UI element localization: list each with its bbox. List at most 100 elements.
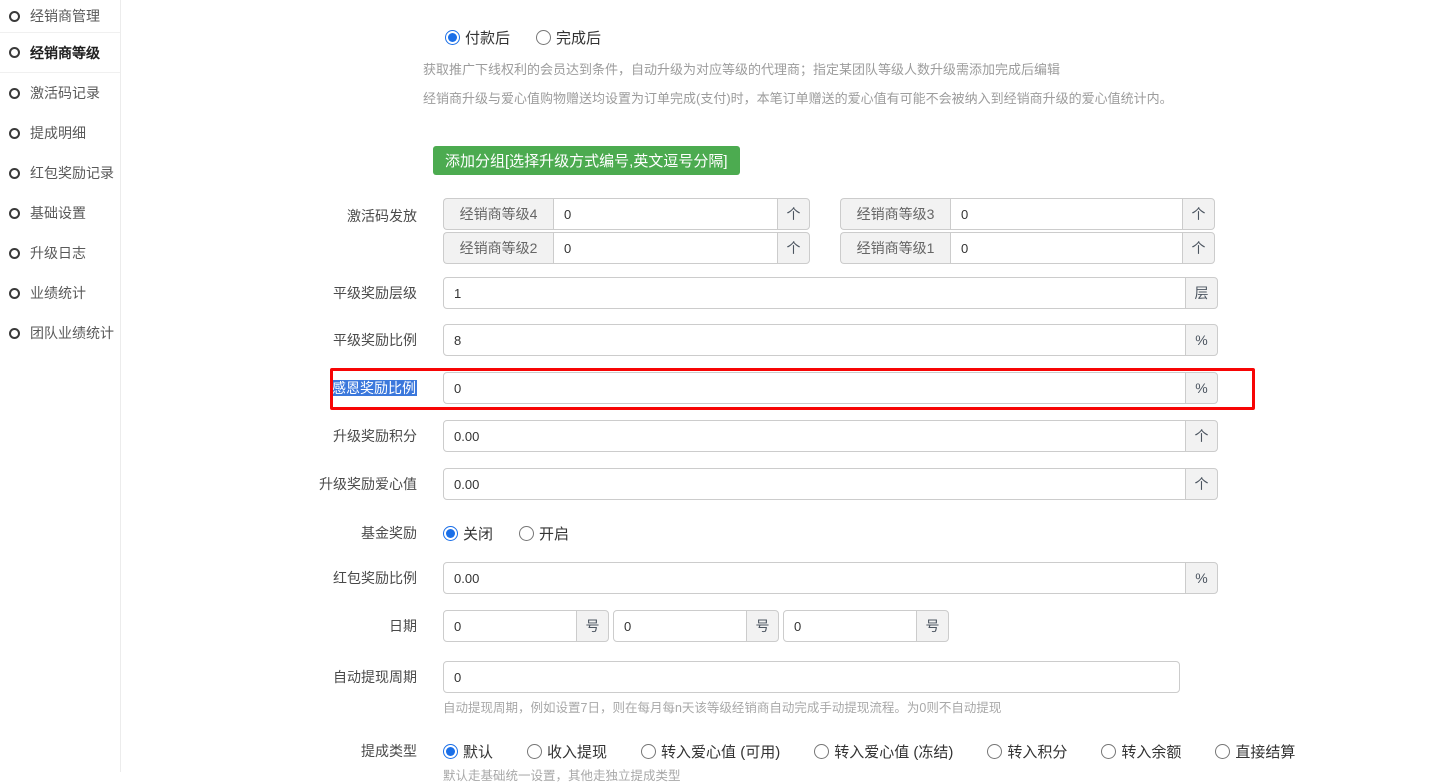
radio-commission-income-withdraw-input[interactable] bbox=[527, 744, 542, 759]
radio-label: 转入余额 bbox=[1121, 741, 1181, 762]
unit-suffix: 个 bbox=[777, 232, 810, 264]
add-group-button[interactable]: 添加分组[选择升级方式编号,英文逗号分隔] bbox=[433, 146, 740, 175]
unit-suffix: 个 bbox=[1185, 468, 1218, 500]
upgrade-help-text-2: 经销商升级与爱心值购物赠送均设置为订单完成(支付)时，本笔订单赠送的爱心值有可能… bbox=[423, 88, 1454, 102]
circle-icon bbox=[9, 47, 20, 58]
radio-after-payment-input[interactable] bbox=[445, 30, 460, 45]
sidebar-item-upgrade-log[interactable]: 升级日志 bbox=[0, 233, 120, 273]
date-input-3[interactable] bbox=[783, 610, 917, 642]
auto-withdraw-cycle-input[interactable] bbox=[443, 661, 1180, 693]
sidebar-item-label: 业绩统计 bbox=[30, 283, 86, 303]
radio-after-completion-input[interactable] bbox=[536, 30, 551, 45]
radio-commission-points-input[interactable] bbox=[987, 744, 1002, 759]
activation-level3-group: 经销商等级3 个 bbox=[840, 198, 1215, 230]
commission-type-radio-group: 默认 收入提现 转入爱心值 (可用) 转入爱心值 (冻结) 转入积分 转入余额 bbox=[443, 742, 1295, 760]
radio-label: 完成后 bbox=[556, 27, 601, 48]
level3-input[interactable] bbox=[950, 198, 1183, 230]
activation-level4-group: 经销商等级4 个 bbox=[443, 198, 810, 230]
radio-label: 关闭 bbox=[463, 523, 493, 544]
day-suffix: 号 bbox=[746, 610, 779, 642]
level1-prefix-label: 经销商等级1 bbox=[840, 232, 950, 264]
circle-icon bbox=[9, 248, 20, 259]
level2-prefix-label: 经销商等级2 bbox=[443, 232, 553, 264]
radio-label: 默认 bbox=[463, 741, 493, 762]
radio-commission-direct-settle-input[interactable] bbox=[1215, 744, 1230, 759]
peer-reward-level-group: 层 bbox=[443, 277, 1218, 309]
radio-label: 转入积分 bbox=[1007, 741, 1067, 762]
upgrade-timing-radio-group: 付款后 完成后 bbox=[445, 28, 1454, 46]
radio-commission-love-available[interactable]: 转入爱心值 (可用) bbox=[641, 741, 780, 762]
sidebar-item-label: 升级日志 bbox=[30, 243, 86, 263]
level1-input[interactable] bbox=[950, 232, 1183, 264]
sidebar-item-redpacket-records[interactable]: 红包奖励记录 bbox=[0, 153, 120, 193]
peer-reward-level-input[interactable] bbox=[443, 277, 1186, 309]
date-group-1: 号 bbox=[443, 610, 609, 642]
thanks-reward-ratio-input[interactable] bbox=[443, 372, 1186, 404]
redpacket-reward-ratio-input[interactable] bbox=[443, 562, 1186, 594]
circle-icon bbox=[9, 128, 20, 139]
sidebar-item-label: 团队业绩统计 bbox=[30, 323, 114, 343]
sidebar: 经销商管理 经销商等级 激活码记录 提成明细 红包奖励记录 基础设置 升级日志 … bbox=[0, 0, 121, 772]
activation-code-row: 激活码发放 经销商等级4 个 经销商等级3 个 经销商等级2 个 经销商等级1 … bbox=[121, 198, 1454, 264]
activation-level2-group: 经销商等级2 个 bbox=[443, 232, 810, 264]
peer-reward-ratio-input[interactable] bbox=[443, 324, 1186, 356]
upgrade-reward-love-input[interactable] bbox=[443, 468, 1186, 500]
radio-label: 开启 bbox=[539, 523, 569, 544]
fund-reward-radio-group: 关闭 开启 bbox=[443, 524, 569, 542]
commission-type-label: 提成类型 bbox=[121, 741, 443, 761]
radio-fund-on[interactable]: 开启 bbox=[519, 523, 569, 544]
radio-commission-default-input[interactable] bbox=[443, 744, 458, 759]
level4-input[interactable] bbox=[553, 198, 778, 230]
radio-label: 付款后 bbox=[465, 27, 510, 48]
date-label: 日期 bbox=[121, 616, 443, 636]
activation-code-grid: 经销商等级4 个 经销商等级3 个 经销商等级2 个 经销商等级1 个 bbox=[443, 198, 1215, 264]
radio-commission-love-available-input[interactable] bbox=[641, 744, 656, 759]
radio-after-payment[interactable]: 付款后 bbox=[445, 27, 510, 48]
radio-commission-income-withdraw[interactable]: 收入提现 bbox=[527, 741, 607, 762]
sidebar-item-dealer-management[interactable]: 经销商管理 bbox=[0, 0, 120, 33]
percent-suffix: % bbox=[1185, 562, 1218, 594]
sidebar-item-commission-detail[interactable]: 提成明细 bbox=[0, 113, 120, 153]
radio-fund-off-input[interactable] bbox=[443, 526, 458, 541]
upgrade-reward-points-input[interactable] bbox=[443, 420, 1186, 452]
peer-reward-ratio-row: 平级奖励比例 % bbox=[121, 324, 1454, 356]
circle-icon bbox=[9, 208, 20, 219]
percent-suffix: % bbox=[1185, 324, 1218, 356]
radio-commission-balance[interactable]: 转入余额 bbox=[1101, 741, 1181, 762]
upgrade-reward-points-group: 个 bbox=[443, 420, 1218, 452]
radio-commission-love-frozen[interactable]: 转入爱心值 (冻结) bbox=[814, 741, 953, 762]
radio-commission-points[interactable]: 转入积分 bbox=[987, 741, 1067, 762]
sidebar-item-dealer-level[interactable]: 经销商等级 bbox=[0, 33, 120, 73]
percent-suffix: % bbox=[1185, 372, 1218, 404]
level3-prefix-label: 经销商等级3 bbox=[840, 198, 950, 230]
level2-input[interactable] bbox=[553, 232, 778, 264]
radio-fund-off[interactable]: 关闭 bbox=[443, 523, 493, 544]
sidebar-item-team-performance-stats[interactable]: 团队业绩统计 bbox=[0, 313, 120, 353]
circle-icon bbox=[9, 168, 20, 179]
thanks-reward-ratio-row: 感恩奖励比例 % bbox=[121, 372, 1454, 404]
radio-commission-love-frozen-input[interactable] bbox=[814, 744, 829, 759]
radio-commission-default[interactable]: 默认 bbox=[443, 741, 493, 762]
fund-reward-label: 基金奖励 bbox=[121, 523, 443, 543]
thanks-reward-ratio-label: 感恩奖励比例 bbox=[121, 378, 443, 398]
fund-reward-row: 基金奖励 关闭 开启 bbox=[121, 523, 1454, 543]
date-input-2[interactable] bbox=[613, 610, 747, 642]
sidebar-item-basic-settings[interactable]: 基础设置 bbox=[0, 193, 120, 233]
commission-type-help-text: 默认走基础统一设置，其他走独立提成类型 bbox=[443, 765, 1454, 779]
radio-commission-balance-input[interactable] bbox=[1101, 744, 1116, 759]
auto-withdraw-help-text: 自动提现周期，例如设置7日，则在每月每n天该等级经销商自动完成手动提现流程。为0… bbox=[443, 697, 1454, 711]
date-input-1[interactable] bbox=[443, 610, 577, 642]
radio-fund-on-input[interactable] bbox=[519, 526, 534, 541]
main-content: 付款后 完成后 获取推广下线权利的会员达到条件，自动升级为对应等级的代理商；指定… bbox=[121, 0, 1454, 779]
date-inputs: 号 号 号 bbox=[443, 610, 949, 642]
sidebar-item-activation-records[interactable]: 激活码记录 bbox=[0, 73, 120, 113]
peer-reward-ratio-group: % bbox=[443, 324, 1218, 356]
circle-icon bbox=[9, 328, 20, 339]
radio-commission-direct-settle[interactable]: 直接结算 bbox=[1215, 741, 1295, 762]
upgrade-reward-love-group: 个 bbox=[443, 468, 1218, 500]
radio-after-completion[interactable]: 完成后 bbox=[536, 27, 601, 48]
redpacket-reward-ratio-label: 红包奖励比例 bbox=[121, 568, 443, 588]
radio-label: 转入爱心值 (可用) bbox=[661, 741, 780, 762]
sidebar-item-performance-stats[interactable]: 业绩统计 bbox=[0, 273, 120, 313]
upgrade-reward-love-row: 升级奖励爱心值 个 bbox=[121, 468, 1454, 500]
